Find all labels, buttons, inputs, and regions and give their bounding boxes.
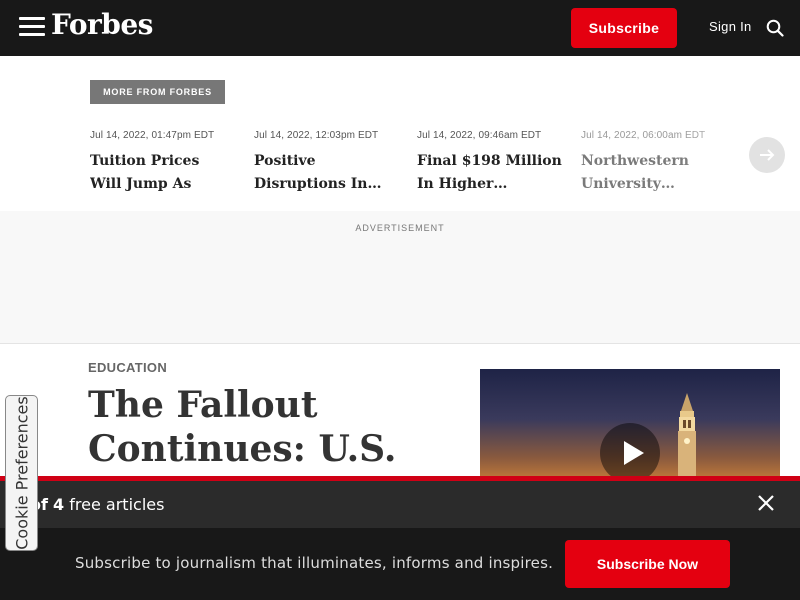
site-header: Forbes Subscribe Sign In [0,0,800,56]
subscribe-now-button[interactable]: Subscribe Now [565,540,730,588]
article-card[interactable]: Jul 14, 2022, 01:47pm EDT Tuition Prices… [90,130,235,196]
play-icon [624,441,644,465]
meter-total: 4 [53,495,65,514]
arrow-right-icon [760,149,775,161]
advertisement-slot: ADVERTISEMENT [0,211,800,344]
article-meter-bar: of 4 free articles [0,481,800,528]
card-title[interactable]: Tuition Prices Will Jump As Colleges… [90,150,235,196]
video-player[interactable] [480,369,780,480]
article-card[interactable]: Jul 14, 2022, 06:00am EDT Northwestern U… [581,130,706,196]
article-card[interactable]: Jul 14, 2022, 09:46am EDT Final $198 Mil… [417,130,562,196]
more-from-forbes-badge: MORE FROM FORBES [90,80,225,104]
sign-in-link[interactable]: Sign In [709,19,752,34]
subscribe-button[interactable]: Subscribe [571,8,677,48]
advertisement-label: ADVERTISEMENT [355,223,445,233]
card-date: Jul 14, 2022, 01:47pm EDT [90,130,215,141]
meter-suffix: free articles [69,495,165,514]
section-label[interactable]: EDUCATION [88,360,167,375]
card-title[interactable]: Final $198 Million In Higher… [417,150,562,196]
cookie-preferences-button[interactable]: Cookie Preferences [5,395,38,551]
card-date: Jul 14, 2022, 06:00am EDT [581,130,706,141]
search-icon[interactable] [766,19,784,37]
card-title[interactable]: Positive Disruptions In… [254,150,399,196]
menu-icon[interactable] [19,17,45,37]
card-date: Jul 14, 2022, 12:03pm EDT [254,130,379,141]
cookie-preferences-label: Cookie Preferences [12,396,31,550]
forbes-logo[interactable]: Forbes [51,8,153,41]
campanile-tower-image [678,393,696,480]
card-date: Jul 14, 2022, 09:46am EDT [417,130,542,141]
subscribe-message: Subscribe to journalism that illuminates… [75,554,554,572]
article-meter-text: of 4 free articles [30,495,164,514]
play-button[interactable] [600,423,660,480]
article-card[interactable]: Jul 14, 2022, 12:03pm EDT Positive Disru… [254,130,399,196]
card-title[interactable]: Northwestern University… [581,150,701,196]
subscribe-bar: Subscribe to journalism that illuminates… [0,528,800,600]
close-icon[interactable] [756,493,776,513]
carousel-next-button[interactable] [749,137,785,173]
